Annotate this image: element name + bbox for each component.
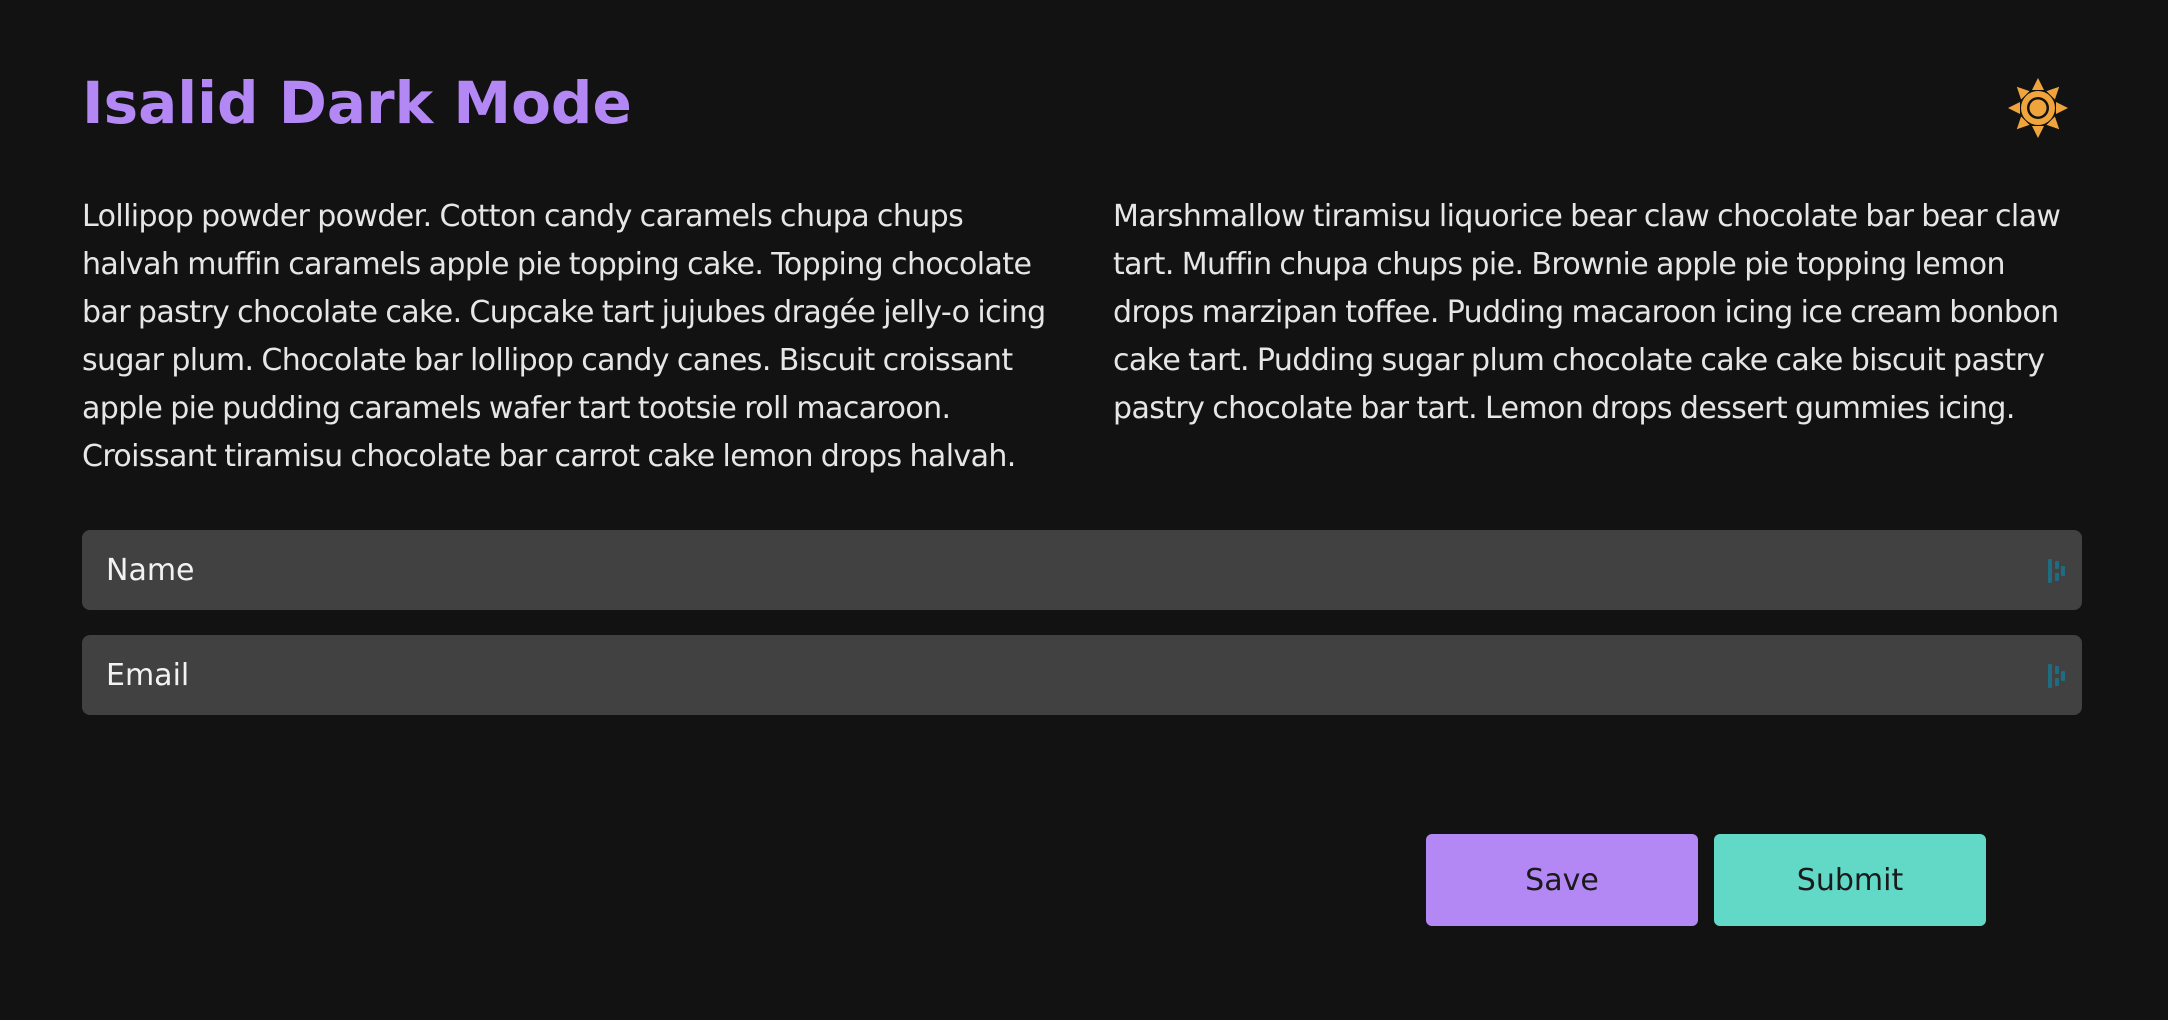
email-field-wrapper [82, 635, 2082, 715]
password-manager-icon[interactable] [2046, 662, 2070, 690]
password-manager-icon[interactable] [2046, 557, 2070, 585]
save-button[interactable]: Save [1426, 834, 1698, 926]
content-columns: Lollipop powder powder. Cotton candy car… [82, 193, 2080, 481]
sun-icon [2006, 76, 2070, 140]
email-input[interactable] [82, 635, 2082, 715]
paragraph-left: Lollipop powder powder. Cotton candy car… [82, 199, 1046, 474]
name-field-wrapper [82, 530, 2082, 610]
name-input[interactable] [82, 530, 2082, 610]
submit-button[interactable]: Submit [1714, 834, 1986, 926]
paragraph-right: Marshmallow tiramisu liquorice bear claw… [1113, 199, 2061, 426]
theme-toggle-button[interactable] [2006, 76, 2070, 140]
page-header: Isalid Dark Mode [82, 60, 2080, 160]
page-title: Isalid Dark Mode [82, 69, 632, 137]
